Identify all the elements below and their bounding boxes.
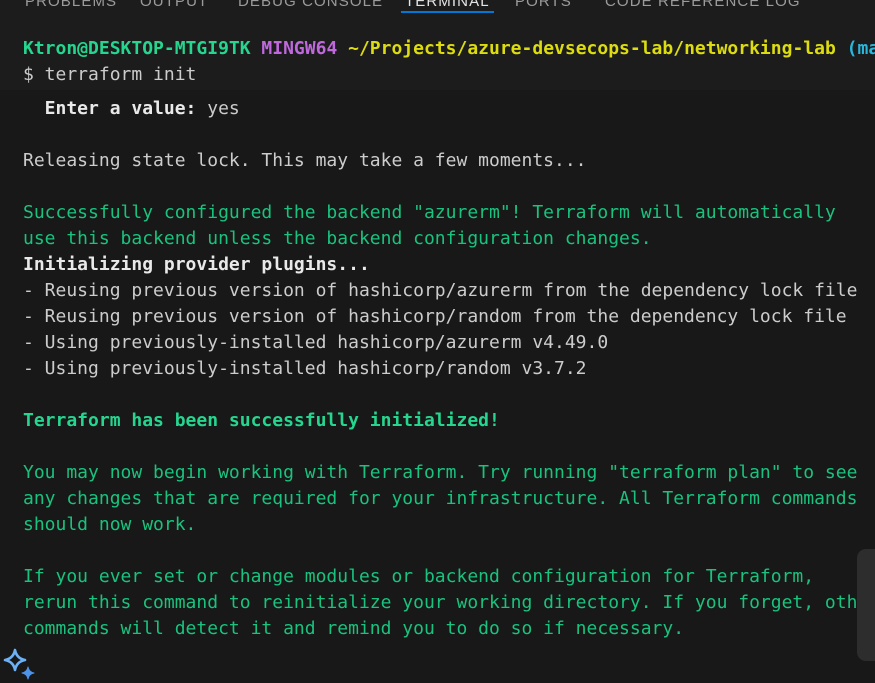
terminal-line xyxy=(23,538,875,564)
terminal-output[interactable]: Enter a value: yes Releasing state lock. … xyxy=(0,90,875,668)
terminal-line: $ terraform init xyxy=(23,62,875,88)
panel-tab-debug-console[interactable]: DEBUG CONSOLE xyxy=(238,0,383,14)
terminal-line: - Reusing previous version of hashicorp/… xyxy=(23,278,875,304)
terminal-line xyxy=(23,382,875,408)
terminal-line: Successfully configured the backend "azu… xyxy=(23,200,875,226)
terminal-line xyxy=(23,122,875,148)
panel-tab-label: DEBUG CONSOLE xyxy=(238,0,383,10)
panel-tab-bar: PROBLEMS OUTPUT DEBUG CONSOLE TERMINAL PORTS… xyxy=(0,0,875,14)
terminal-scrollbar-thumb[interactable] xyxy=(857,549,875,661)
terminal-line: You may now begin working with Terraform… xyxy=(23,460,875,486)
terminal-line: Terraform has been successfully initiali… xyxy=(23,408,875,434)
terminal-line: use this backend unless the backend conf… xyxy=(23,226,875,252)
terminal-line xyxy=(23,174,875,200)
panel-tab-problems[interactable]: PROBLEMS xyxy=(25,0,117,14)
terminal-line: Releasing state lock. This may take a fe… xyxy=(23,148,875,174)
panel-tab-label: CODE REFERENCE LOG xyxy=(605,0,801,10)
terminal-line: should now work. xyxy=(23,512,875,538)
terminal-line: - Reusing previous version of hashicorp/… xyxy=(23,304,875,330)
panel-tab-terminal[interactable]: TERMINAL xyxy=(405,0,490,14)
panel-tab-ports[interactable]: PORTS xyxy=(515,0,572,14)
terminal-line: rerun this command to reinitialize your … xyxy=(23,590,875,616)
terminal-panel[interactable]: Ktron@DESKTOP-MTGI9TK MINGW64 ~/Projects… xyxy=(0,14,875,668)
terminal-line: any changes that are required for your i… xyxy=(23,486,875,512)
panel-tab-label: PORTS xyxy=(515,0,572,10)
terminal-line: - Using previously-installed hashicorp/r… xyxy=(23,356,875,382)
terminal-line: Enter a value: yes xyxy=(23,96,875,122)
panel-tab-output[interactable]: OUTPUT xyxy=(140,0,208,14)
panel-tab-label: OUTPUT xyxy=(140,0,208,10)
ai-sparkle-icon[interactable] xyxy=(2,647,38,683)
panel-tab-code-reference-log[interactable]: CODE REFERENCE LOG xyxy=(605,0,801,14)
terminal-line: commands will detect it and remind you t… xyxy=(23,616,875,642)
terminal-line: If you ever set or change modules or bac… xyxy=(23,564,875,590)
terminal-line: Ktron@DESKTOP-MTGI9TK MINGW64 ~/Projects… xyxy=(23,36,875,62)
terminal-line: Initializing provider plugins... xyxy=(23,252,875,278)
terminal-line: - Using previously-installed hashicorp/a… xyxy=(23,330,875,356)
panel-tab-label: TERMINAL xyxy=(405,0,490,10)
terminal-line xyxy=(23,434,875,460)
panel-tab-label: PROBLEMS xyxy=(25,0,117,10)
